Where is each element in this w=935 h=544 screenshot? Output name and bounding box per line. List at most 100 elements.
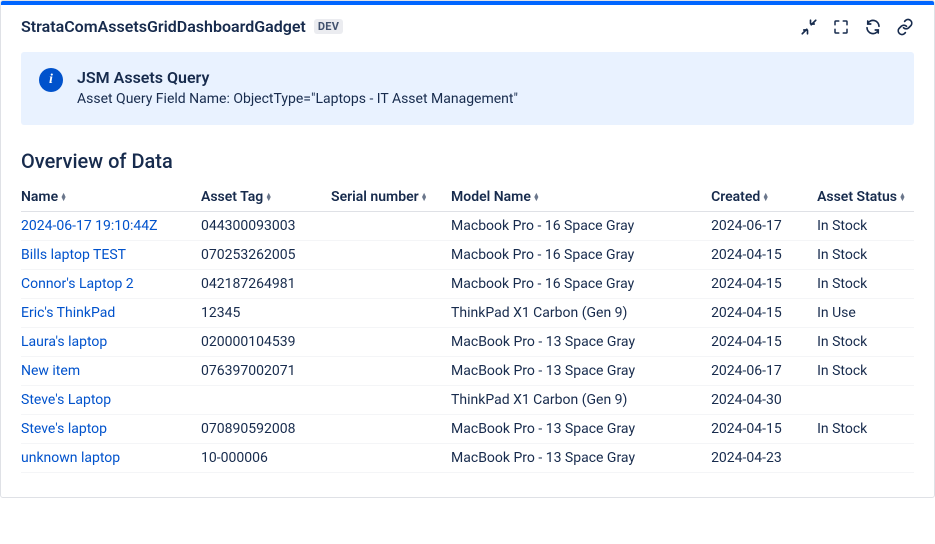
info-panel-body: JSM Assets Query Asset Query Field NameO…	[77, 68, 518, 107]
table-row: Steve's Laptop ThinkPad X1 Carbon (Gen 9)…	[21, 386, 914, 415]
asset-name-link[interactable]: Laura's laptop	[21, 334, 107, 350]
cell-name: Laura's laptop	[21, 328, 201, 357]
table-row: unknown laptop 10-000006 MacBook Pro - 13 …	[21, 444, 914, 473]
cell-text: ThinkPad X1 Carbon (Gen 9)	[451, 392, 627, 408]
cell-text: MacBook Pro - 13 Space Gray	[451, 334, 635, 350]
cell-assetStatus: In Stock	[817, 328, 914, 357]
cell-assetTag: 10-000006	[201, 444, 331, 473]
table-row: Laura's laptop 020000104539 MacBook Pro - …	[21, 328, 914, 357]
column-header-created[interactable]: Created▲▼	[711, 183, 817, 212]
asset-table-head: Name▲▼Asset Tag▲▼Serial number▲▼Model Na…	[21, 183, 914, 212]
asset-name-link[interactable]: Connor's Laptop 2	[21, 276, 134, 292]
asset-name-link[interactable]: Steve's laptop	[21, 421, 107, 437]
cell-text: In Stock	[817, 363, 867, 379]
info-panel-title: JSM Assets Query	[77, 68, 518, 87]
asset-name-link[interactable]: Eric's ThinkPad	[21, 305, 115, 321]
cell-created: 2024-04-15	[711, 415, 817, 444]
cell-assetStatus	[817, 444, 914, 473]
cell-name: unknown laptop	[21, 444, 201, 473]
cell-created: 2024-04-15	[711, 270, 817, 299]
cell-serialNumber	[331, 212, 451, 241]
cell-assetTag: 044300093003	[201, 212, 331, 241]
cell-name: 2024-06-17 19:10:44Z	[21, 212, 201, 241]
column-header-assetStatus[interactable]: Asset Status▲▼	[817, 183, 914, 212]
cell-text: 042187264981	[201, 276, 295, 292]
minimize-button[interactable]	[800, 18, 818, 36]
asset-name-link[interactable]: New item	[21, 363, 80, 379]
table-row: Eric's ThinkPad 12345 ThinkPad X1 Carbon (…	[21, 299, 914, 328]
gadget-actions	[800, 18, 914, 36]
cell-text: 076397002071	[201, 363, 295, 379]
refresh-button[interactable]	[864, 18, 882, 36]
sort-icon: ▲▼	[899, 193, 906, 201]
cell-modelName: Macbook Pro - 16 Space Gray	[451, 241, 711, 270]
refresh-icon	[864, 18, 882, 36]
asset-name-link[interactable]: Steve's Laptop	[21, 392, 111, 408]
column-header-modelName[interactable]: Model Name▲▼	[451, 183, 711, 212]
cell-assetStatus: In Stock	[817, 270, 914, 299]
cell-text: MacBook Pro - 13 Space Gray	[451, 450, 635, 466]
cell-created: 2024-06-17	[711, 212, 817, 241]
cell-text: MacBook Pro - 13 Space Gray	[451, 421, 635, 437]
column-header-name[interactable]: Name▲▼	[21, 183, 201, 212]
cell-text: 2024-04-15	[711, 334, 782, 350]
table-row: Bills laptop TEST070253262005Macbook Pro…	[21, 241, 914, 270]
cell-text: 10-000006	[201, 450, 268, 466]
cell-assetStatus: In Stock	[817, 357, 914, 386]
cell-assetTag: 076397002071	[201, 357, 331, 386]
cell-created: 2024-04-23	[711, 444, 817, 473]
cell-assetTag: 020000104539	[201, 328, 331, 357]
asset-table-body: 2024-06-17 19:10:44Z 044300093003 Macbook …	[21, 212, 914, 473]
cell-modelName: MacBook Pro - 13 Space Gray	[451, 328, 711, 357]
table-row: Connor's Laptop 2 042187264981 Macbook Pro…	[21, 270, 914, 299]
cell-created: 2024-04-15	[711, 241, 817, 270]
asset-name-link[interactable]: 2024-06-17 19:10:44Z	[21, 218, 158, 234]
cell-assetTag: 042187264981	[201, 270, 331, 299]
expand-icon	[832, 18, 850, 36]
cell-assetTag	[201, 386, 331, 415]
cell-serialNumber	[331, 328, 451, 357]
column-header-label: Serial number	[331, 189, 419, 205]
asset-table-header-row: Name▲▼Asset Tag▲▼Serial number▲▼Model Na…	[21, 183, 914, 212]
asset-name-link[interactable]: Bills laptop TEST	[21, 247, 126, 263]
column-header-assetTag[interactable]: Asset Tag▲▼	[201, 183, 331, 212]
link-button[interactable]	[896, 18, 914, 36]
column-header-serialNumber[interactable]: Serial number▲▼	[331, 183, 451, 212]
cell-text: 020000104539	[201, 334, 295, 350]
cell-assetTag: 12345	[201, 299, 331, 328]
cell-serialNumber	[331, 386, 451, 415]
asset-table: Name▲▼Asset Tag▲▼Serial number▲▼Model Na…	[21, 183, 914, 473]
link-icon	[896, 18, 914, 36]
collapse-icon	[800, 18, 818, 36]
cell-text: ThinkPad X1 Carbon (Gen 9)	[451, 305, 627, 321]
cell-created: 2024-04-30	[711, 386, 817, 415]
cell-text: Macbook Pro - 16 Space Gray	[451, 276, 634, 292]
cell-text: 2024-04-15	[711, 421, 782, 437]
cell-text: In Stock	[817, 276, 867, 292]
cell-serialNumber	[331, 270, 451, 299]
info-query-field-label: Asset Query Field Name	[77, 91, 233, 107]
cell-text: 2024-04-30	[711, 392, 782, 408]
cell-assetStatus: In Stock	[817, 241, 914, 270]
cell-text: In Stock	[817, 421, 867, 437]
sort-icon: ▲▼	[421, 193, 428, 201]
cell-text: 044300093003	[201, 218, 295, 234]
table-row: New item 076397002071 MacBook Pro - 13 Spa…	[21, 357, 914, 386]
cell-text: 070890592008	[201, 421, 295, 437]
sort-icon: ▲▼	[265, 193, 272, 201]
cell-modelName: MacBook Pro - 13 Space Gray	[451, 357, 711, 386]
cell-created: 2024-04-15	[711, 299, 817, 328]
cell-text: 12345	[201, 305, 240, 321]
dev-lozenge: DEV	[314, 19, 343, 34]
info-panel: i JSM Assets Query Asset Query Field Nam…	[21, 52, 914, 125]
cell-modelName: MacBook Pro - 13 Space Gray	[451, 415, 711, 444]
sort-icon: ▲▼	[533, 193, 540, 201]
cell-text: In Stock	[817, 247, 867, 263]
cell-assetTag: 070890592008	[201, 415, 331, 444]
cell-text: MacBook Pro - 13 Space Gray	[451, 363, 635, 379]
maximize-button[interactable]	[832, 18, 850, 36]
asset-name-link[interactable]: unknown laptop	[21, 450, 120, 466]
sort-icon: ▲▼	[762, 193, 769, 201]
cell-assetStatus: In Use	[817, 299, 914, 328]
section-heading: Overview of Data	[1, 141, 934, 183]
